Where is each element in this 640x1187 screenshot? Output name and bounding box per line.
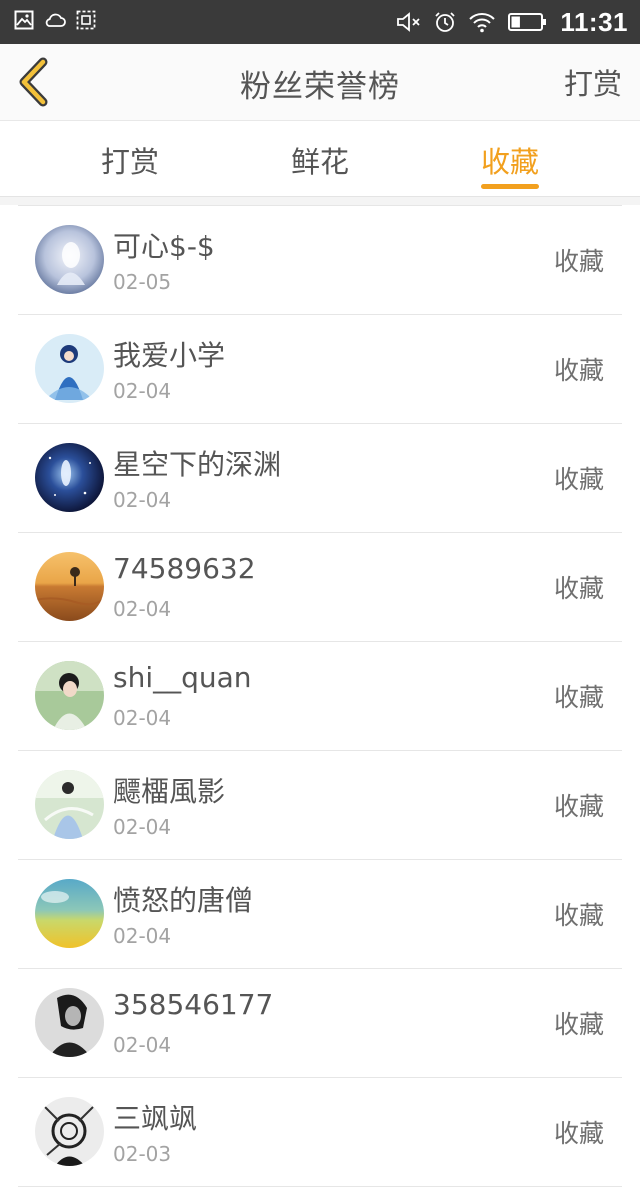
status-bar: 11:31 [0,0,640,44]
list-item[interactable]: 星空下的深渊 02-04 收藏 [18,424,622,533]
user-date: 02-04 [113,924,172,948]
user-name: 74589632 [113,552,256,585]
list-item[interactable]: 我爱小学 02-04 收藏 [18,315,622,424]
tab-bar: 打赏 鲜花 收藏 [0,121,640,197]
avatar [35,661,104,730]
user-date: 02-03 [113,1142,172,1166]
list-item[interactable]: 飃橊風影 02-04 收藏 [18,751,622,860]
user-date: 02-04 [113,815,172,839]
avatar [35,988,104,1057]
user-name: 三飒飒 [113,1102,198,1135]
user-name: 358546177 [113,988,274,1021]
user-name: 星空下的深渊 [113,448,282,481]
user-name: 可心$-$ [113,230,215,263]
action-label: 收藏 [553,792,604,821]
user-name: 我爱小学 [113,339,226,372]
user-date: 02-04 [113,1033,172,1057]
action-label: 收藏 [553,247,604,276]
user-date: 02-04 [113,488,172,512]
user-name: 愤怒的唐僧 [113,884,254,917]
action-label: 收藏 [553,465,604,494]
user-date: 02-05 [113,270,172,294]
user-date: 02-04 [113,706,172,730]
action-label: 收藏 [553,1010,604,1039]
fan-list: 可心$-$ 02-05 收藏 我爱小学 02-04 收藏 星空下的深渊 02-0… [18,205,622,1187]
tab-reward[interactable]: 打赏 [70,139,190,181]
image-icon [14,10,34,30]
action-label: 收藏 [553,574,604,603]
avatar [35,334,104,403]
list-item[interactable]: 可心$-$ 02-05 收藏 [18,205,622,315]
action-label: 收藏 [553,356,604,385]
avatar [35,552,104,621]
list-item[interactable]: 三飒飒 02-03 收藏 [18,1078,622,1187]
active-tab-indicator [481,184,539,189]
list-item[interactable]: 358546177 02-04 收藏 [18,969,622,1078]
user-name: 飃橊風影 [113,775,226,808]
action-label: 收藏 [553,1119,604,1148]
page-title: 粉丝荣誉榜 [240,69,400,105]
list-item[interactable]: shi__quan 02-04 收藏 [18,642,622,751]
alarm-icon [434,11,456,33]
battery-icon [508,12,548,32]
action-label: 收藏 [553,683,604,712]
screenshot-icon [76,10,96,30]
tab-flower[interactable]: 鲜花 [260,139,380,181]
avatar [35,879,104,948]
avatar [35,225,104,294]
status-left-icons [14,10,96,30]
mute-icon [396,11,422,33]
user-name: shi__quan [113,661,252,694]
status-time: 11:31 [560,6,628,37]
list-item[interactable]: 74589632 02-04 收藏 [18,533,622,642]
avatar [35,443,104,512]
tab-collect[interactable]: 收藏 [450,139,570,181]
user-date: 02-04 [113,379,172,403]
user-date: 02-04 [113,597,172,621]
action-label: 收藏 [553,901,604,930]
status-right-icons: 11:31 [396,6,628,38]
avatar [35,770,104,839]
divider [0,197,640,205]
cloud-icon [44,11,66,29]
title-bar: 粉丝荣誉榜 打赏 [0,44,640,121]
avatar [35,1097,104,1166]
battery-fill [511,16,521,28]
list-item[interactable]: 愤怒的唐僧 02-04 收藏 [18,860,622,969]
reward-action-button[interactable]: 打赏 [564,61,622,103]
wifi-icon [468,11,496,33]
